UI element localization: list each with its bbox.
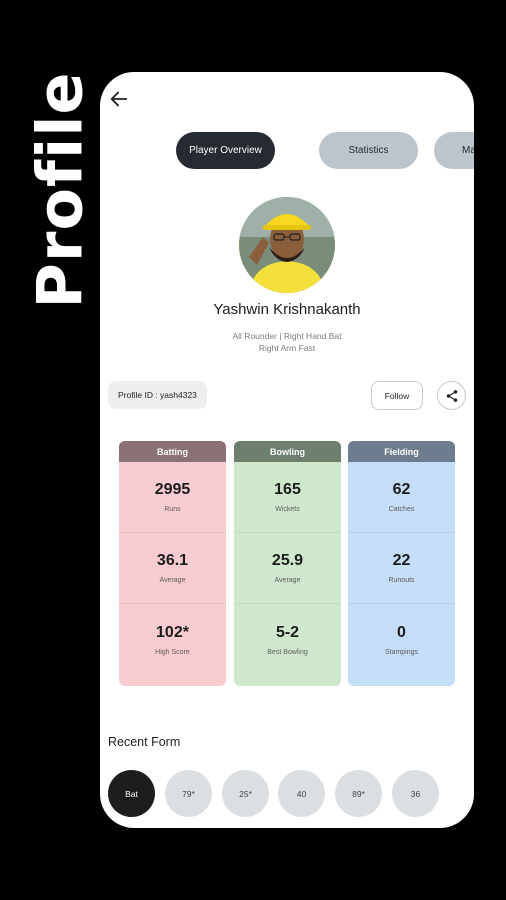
stat-value: 36.1 — [156, 552, 189, 569]
player-bowling-style: Right Arm Fast — [258, 343, 316, 353]
stat-label: Wickets — [275, 506, 300, 513]
stat-runs: 2995 Runs — [119, 462, 226, 533]
stat-runouts: 22 Runouts — [348, 533, 455, 604]
player-photo — [239, 197, 335, 293]
follow-button[interactable]: Follow — [371, 381, 423, 410]
form-chip[interactable]: 89* — [335, 770, 382, 817]
stat-label: Stampings — [384, 648, 419, 656]
stat-value: 2995 — [154, 481, 191, 498]
form-chip[interactable]: 25* — [222, 770, 269, 817]
stat-label: Average — [274, 577, 301, 584]
stat-label: Runouts — [388, 577, 415, 584]
side-title: Profile — [23, 71, 97, 309]
fielding-card: Fielding 62 Catches 22 Runouts 0 Stampin… — [348, 441, 455, 686]
tab-player-overview[interactable]: Player Overview — [176, 132, 275, 169]
bowling-card: Bowling 165 Wickets 25.9 Average 5-2 Bes… — [234, 441, 341, 686]
form-chip[interactable]: 40 — [278, 770, 325, 817]
stat-value: 5-2 — [275, 623, 300, 641]
fielding-header: Fielding — [348, 441, 455, 462]
stat-bowling-average: 25.9 Average — [234, 533, 341, 604]
tab-matches[interactable]: Ma — [434, 132, 474, 169]
stat-catches: 62 Catches — [348, 462, 455, 533]
batting-header: Batting — [119, 441, 226, 462]
bowling-header: Bowling — [234, 441, 341, 462]
form-chip[interactable]: 36 — [392, 770, 439, 817]
profile-id-badge: Profile ID : yash4323 — [108, 381, 207, 409]
stat-label: High Score — [155, 648, 190, 656]
back-arrow-icon[interactable] — [108, 88, 130, 110]
stat-stampings: 0 Stampings — [348, 604, 455, 675]
stat-label: Average — [159, 577, 186, 584]
stat-value: 165 — [274, 481, 301, 498]
stat-value: 22 — [392, 552, 411, 569]
share-icon — [446, 389, 457, 402]
stat-label: Best Bowling — [267, 648, 308, 656]
recent-form-title: Recent Form — [108, 735, 181, 749]
form-chip-bat[interactable]: Bat — [108, 770, 155, 817]
share-button[interactable] — [437, 381, 466, 410]
stat-value: 102* — [156, 623, 189, 641]
stat-value: 62 — [392, 481, 411, 498]
stat-label: Catches — [388, 506, 415, 513]
stat-value: 25.9 — [271, 552, 304, 569]
stat-wickets: 165 Wickets — [234, 462, 341, 533]
tab-statistics[interactable]: Statistics — [319, 132, 418, 169]
stat-value: 0 — [397, 623, 406, 641]
form-chip[interactable]: 79* — [165, 770, 212, 817]
stat-label: Runs — [164, 506, 181, 513]
avatar — [239, 197, 335, 293]
phone-screen: Player Overview Statistics Ma Yashwin Kr… — [100, 72, 474, 828]
player-name: Yashwin Krishnakanth — [213, 301, 361, 318]
stat-high-score: 102* High Score — [119, 604, 226, 675]
stat-batting-average: 36.1 Average — [119, 533, 226, 604]
player-role: All Rounder | Right Hand Bat — [232, 331, 342, 341]
stat-best-bowling: 5-2 Best Bowling — [234, 604, 341, 675]
batting-card: Batting 2995 Runs 36.1 Average 102* High… — [119, 441, 226, 686]
